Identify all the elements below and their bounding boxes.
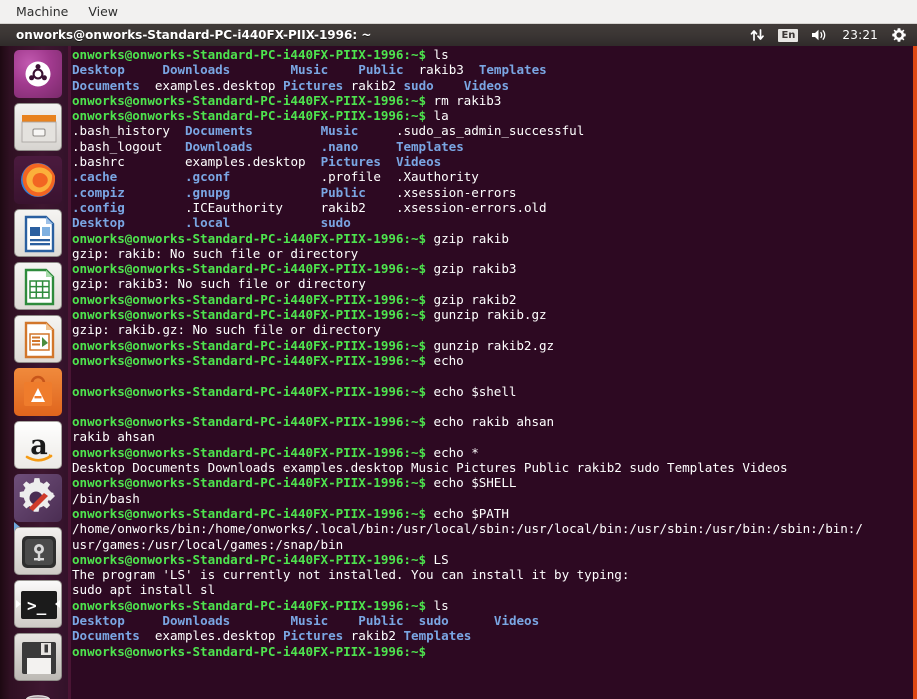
clock-indicator[interactable]: 23:21 (840, 24, 880, 46)
terminal-output: onworks@onworks-Standard-PC-i440FX-PIIX-… (72, 47, 863, 659)
launcher-item-floppy-disk[interactable] (14, 633, 62, 681)
svg-text:>_: >_ (27, 596, 47, 615)
launcher-item-ubuntu-software[interactable] (14, 368, 62, 416)
launcher-item-amazon[interactable]: a (14, 421, 62, 469)
terminal-body[interactable]: onworks@onworks-Standard-PC-i440FX-PIIX-… (68, 46, 913, 699)
gear-session-icon[interactable] (889, 24, 909, 46)
launcher-item-terminal[interactable]: >_ (14, 580, 62, 628)
terminal-window[interactable]: onworks@onworks-Standard-PC-i440FX-PIIX-… (68, 46, 917, 699)
launcher-item-ubuntu-dash[interactable] (14, 50, 62, 98)
keyboard-layout-label: En (778, 28, 799, 42)
launcher-pip-running-left (16, 600, 21, 608)
unity-launcher: a >_ (0, 46, 68, 699)
window-title: onworks@onworks-Standard-PC-i440FX-PIIX-… (16, 28, 372, 42)
virtualbox-screen: Machine View onworks@onworks-Standard-PC… (0, 0, 917, 699)
launcher-item-libreoffice-impress[interactable] (14, 315, 62, 363)
keyboard-layout-indicator[interactable]: En (776, 24, 800, 46)
svg-text:a: a (30, 430, 48, 461)
launcher-item-system-settings[interactable] (14, 474, 62, 522)
unity-top-panel: onworks@onworks-Standard-PC-i440FX-PIIX-… (0, 24, 917, 46)
launcher-item-system-safe[interactable] (14, 522, 62, 575)
virtualbox-menubar: Machine View (0, 0, 917, 24)
launcher-item-libreoffice-writer[interactable] (14, 209, 62, 257)
volume-speaker-icon[interactable] (809, 24, 831, 46)
launcher-item-firefox[interactable] (14, 156, 62, 204)
menu-item-view[interactable]: View (78, 2, 128, 22)
terminal-left-accent (68, 46, 71, 699)
panel-indicator-area: En 23:21 (748, 24, 917, 46)
launcher-item-libreoffice-calc[interactable] (14, 262, 62, 310)
launcher-pip-focused-right (55, 600, 60, 608)
menu-item-machine[interactable]: Machine (6, 2, 78, 22)
launcher-item-files[interactable] (14, 103, 62, 151)
launcher-item-trash[interactable] (14, 686, 62, 699)
clock-label: 23:21 (842, 28, 878, 42)
network-updown-arrows-icon[interactable] (748, 24, 767, 46)
